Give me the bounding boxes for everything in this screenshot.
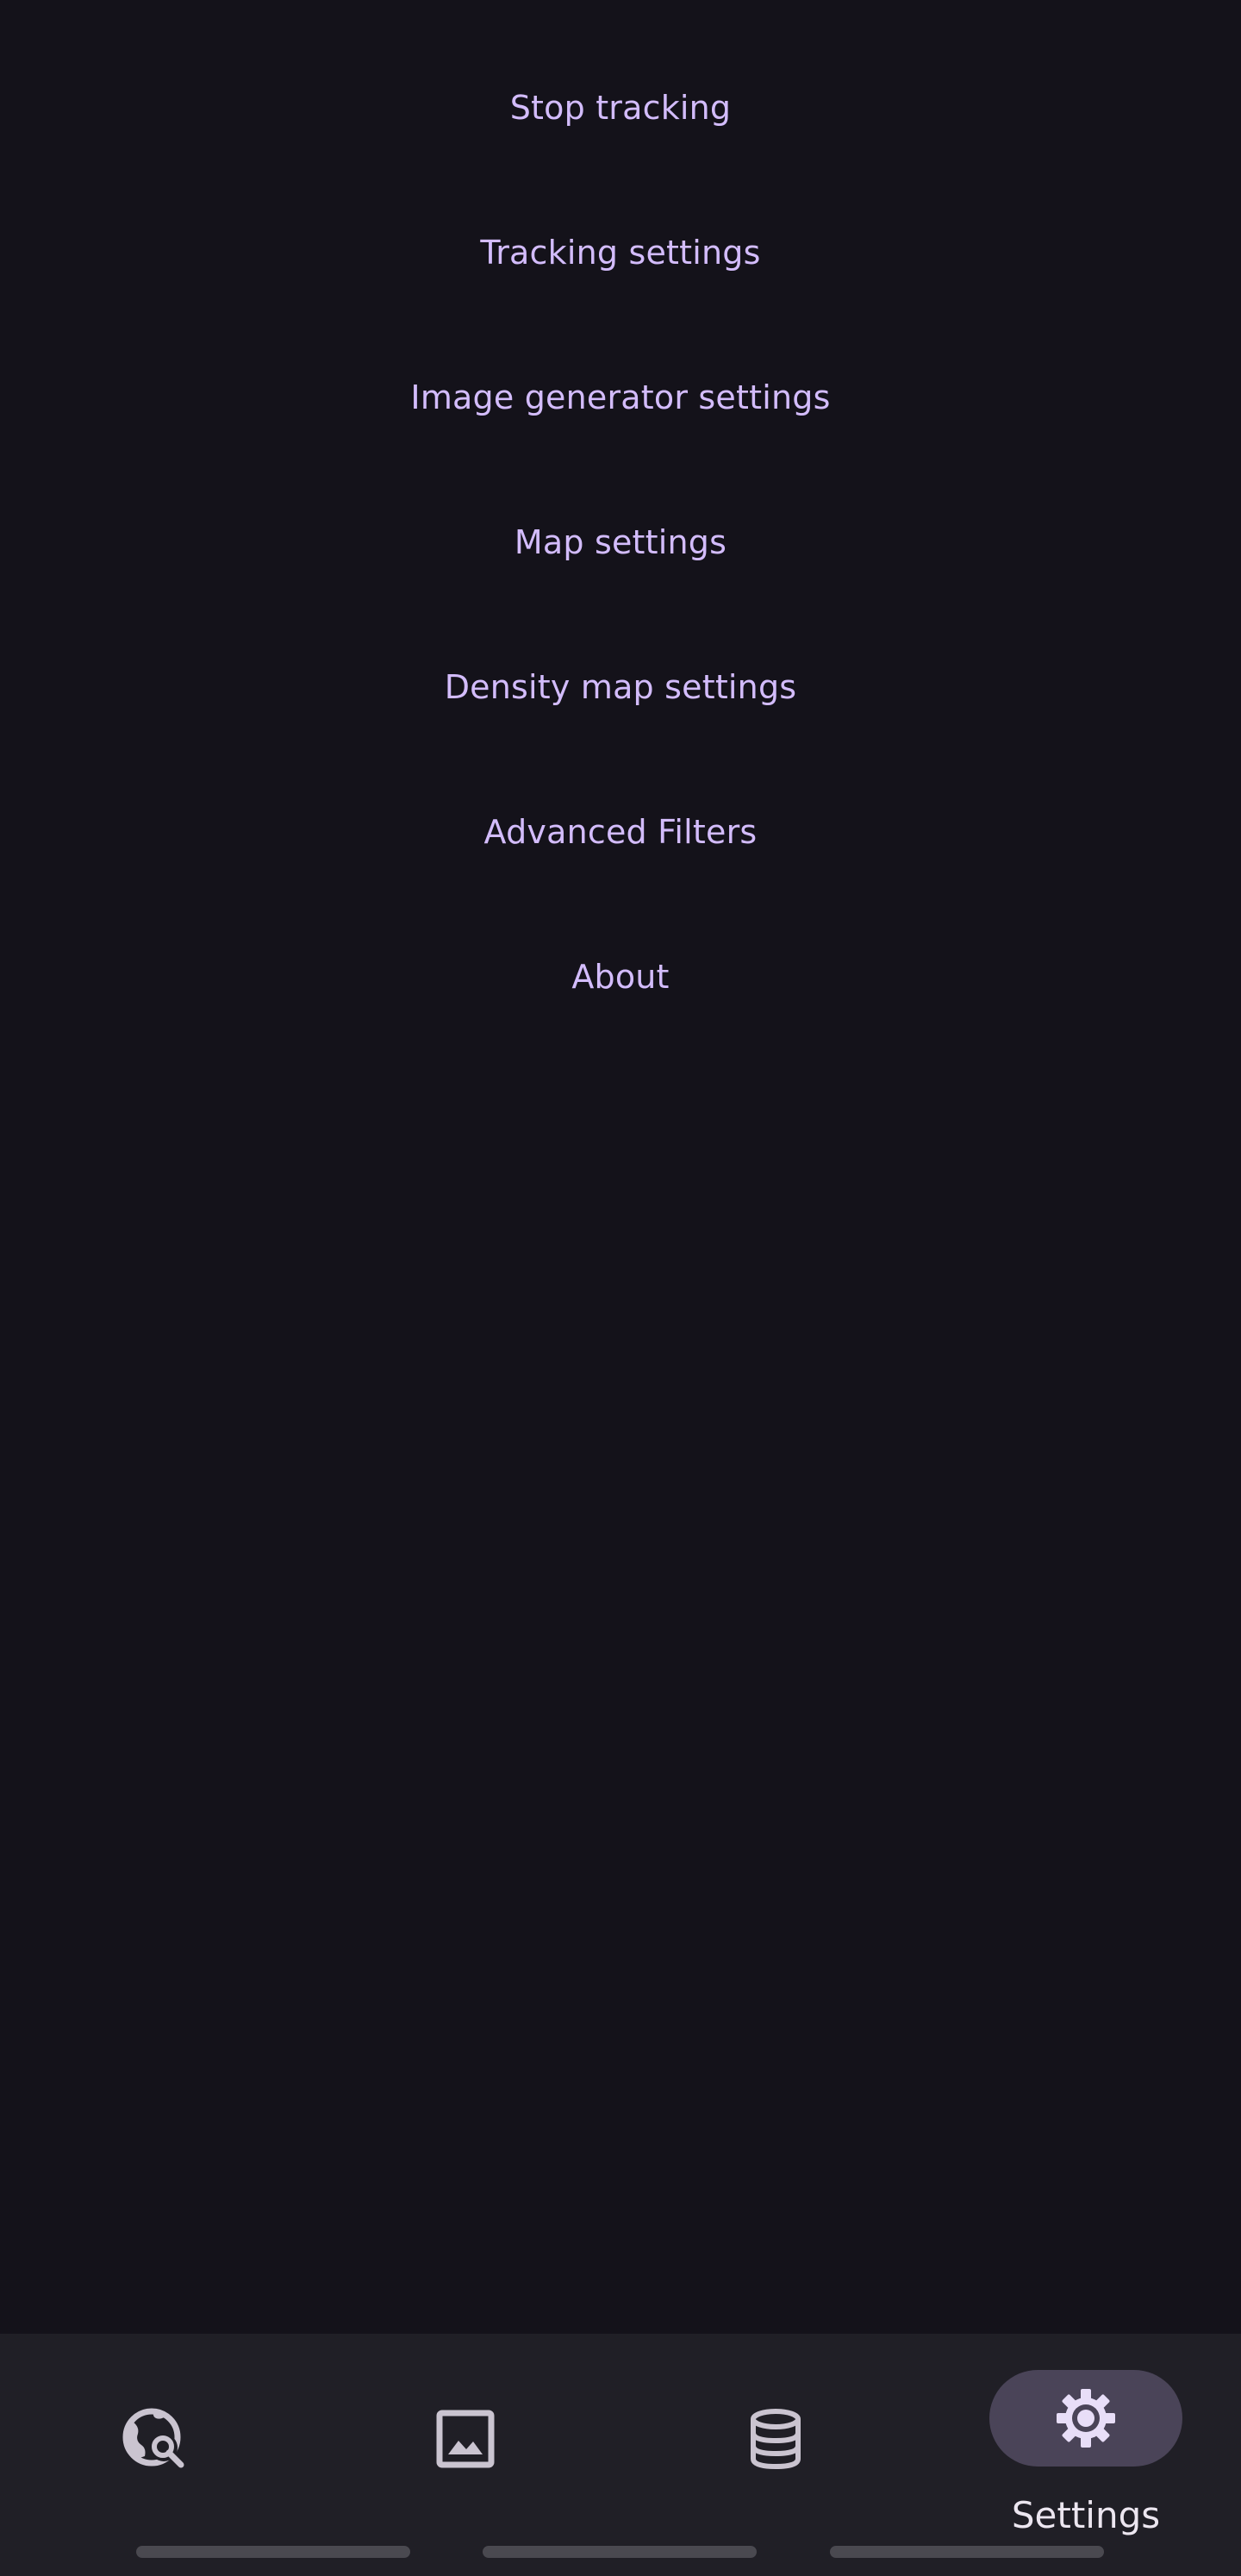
nav-item-settings[interactable]: Settings <box>931 2334 1241 2576</box>
active-indicator-pill <box>989 2370 1182 2467</box>
nav-item-database[interactable] <box>620 2334 931 2576</box>
stop-tracking-button[interactable]: Stop tracking <box>0 35 1241 180</box>
database-icon <box>751 2409 801 2470</box>
advanced-filters-button[interactable]: Advanced Filters <box>0 760 1241 904</box>
gesture-handle-bar <box>830 2546 1104 2558</box>
tracking-settings-button[interactable]: Tracking settings <box>0 180 1241 325</box>
gear-icon <box>1057 2389 1115 2448</box>
gesture-handle-bar <box>136 2546 410 2558</box>
image-icon <box>436 2410 495 2468</box>
image-generator-settings-button[interactable]: Image generator settings <box>0 325 1241 470</box>
nav-item-map[interactable] <box>0 2334 310 2576</box>
nav-icon-container <box>369 2391 562 2487</box>
globe-search-icon <box>122 2408 184 2468</box>
gesture-handle-bar <box>483 2546 757 2558</box>
bottom-navigation-bar: Settings <box>0 2334 1241 2576</box>
nav-item-images[interactable] <box>310 2334 620 2576</box>
about-button[interactable]: About <box>0 904 1241 1049</box>
nav-label-settings: Settings <box>1011 2494 1161 2536</box>
nav-icon-container <box>59 2391 252 2487</box>
nav-icon-container <box>679 2391 872 2487</box>
density-map-settings-button[interactable]: Density map settings <box>0 615 1241 760</box>
map-settings-button[interactable]: Map settings <box>0 470 1241 615</box>
